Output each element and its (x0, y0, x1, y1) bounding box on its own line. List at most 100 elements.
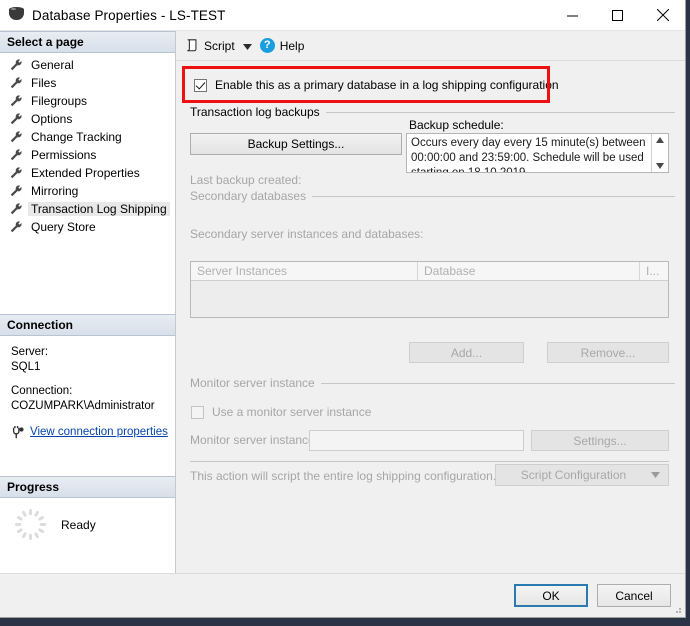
ok-button[interactable]: OK (514, 584, 588, 607)
database-icon (9, 7, 24, 23)
page-list: General Files Filegroups Options Change … (0, 53, 175, 236)
sidebar-item-label: Options (31, 112, 73, 126)
connection-label: Connection: (11, 385, 73, 397)
wrench-icon (10, 95, 22, 107)
group-divider-line (320, 382, 675, 384)
grid-body[interactable] (191, 281, 668, 317)
sidebar-item-label: General (31, 58, 74, 72)
connection-value: COZUMPARK\Administrator (11, 400, 155, 412)
backup-schedule-textbox[interactable]: Occurs every day every 15 minute(s) betw… (406, 133, 669, 173)
secondary-databases-grid[interactable]: Server Instances Database I... (190, 261, 669, 318)
sidebar-item-filegroups[interactable]: Filegroups (0, 92, 175, 110)
sidebar-item-label: Change Tracking (31, 130, 122, 144)
toolbar: Script ? Help (176, 31, 685, 61)
chevron-down-icon (651, 472, 660, 478)
backup-schedule-label: Backup schedule: (409, 118, 504, 132)
secondary-databases-title: Secondary databases (190, 189, 307, 203)
secondary-databases-group: Secondary databases (190, 189, 675, 203)
use-monitor-server-label: Use a monitor server instance (212, 405, 372, 419)
sidebar-item-label: Filegroups (31, 94, 88, 108)
script-action-text: This action will script the entire log s… (190, 469, 497, 483)
title-bar: Database Properties - LS-TEST (0, 0, 685, 31)
enable-primary-database-row[interactable]: Enable this as a primary database in a l… (194, 78, 559, 92)
wrench-icon (10, 77, 22, 89)
wrench-icon (10, 149, 22, 161)
monitor-server-instance-group: Monitor server instance (190, 376, 675, 390)
script-dropdown-arrow[interactable] (242, 39, 252, 53)
resize-grip-icon[interactable] (672, 605, 682, 615)
sidebar-item-transaction-log-shipping[interactable]: Transaction Log Shipping (0, 200, 175, 218)
wrench-icon (10, 113, 22, 125)
help-button[interactable]: ? Help (259, 35, 305, 57)
transaction-log-backups-title: Transaction log backups (190, 105, 320, 119)
monitor-server-instance-title: Monitor server instance (190, 376, 315, 390)
use-monitor-server-checkbox[interactable] (191, 405, 204, 419)
server-value: SQL1 (11, 361, 41, 373)
connection-properties-icon (12, 425, 24, 438)
help-label: Help (279, 38, 305, 53)
grid-header-row: Server Instances Database I... (191, 262, 668, 281)
sidebar-item-label: Mirroring (31, 184, 79, 198)
script-button[interactable]: Script (185, 35, 240, 57)
progress-info: Ready (0, 498, 175, 541)
view-connection-properties-link[interactable]: View connection properties (30, 425, 168, 440)
backup-settings-button[interactable]: Backup Settings... (190, 133, 402, 155)
select-page-header: Select a page (0, 31, 175, 53)
backup-schedule-scrollbar[interactable] (651, 134, 668, 172)
window-controls (550, 0, 685, 31)
wrench-icon (10, 131, 22, 143)
progress-status: Ready (61, 517, 96, 532)
monitor-settings-button[interactable]: Settings... (531, 430, 669, 451)
sidebar-item-files[interactable]: Files (0, 74, 175, 92)
grid-column-initialize[interactable]: I... (640, 262, 668, 280)
grid-column-database[interactable]: Database (418, 262, 640, 280)
server-label: Server: (11, 346, 49, 358)
main-panel: Script ? Help Enable this as a primary d… (176, 31, 685, 573)
enable-primary-database-label: Enable this as a primary database in a l… (215, 78, 559, 92)
scroll-down-arrow-icon[interactable] (656, 163, 664, 169)
sidebar-item-mirroring[interactable]: Mirroring (0, 182, 175, 200)
sidebar-item-label: Transaction Log Shipping (28, 202, 170, 216)
script-label: Script (204, 38, 235, 53)
bottom-divider (190, 461, 669, 462)
grid-column-server-instances[interactable]: Server Instances (191, 262, 418, 280)
monitor-instance-label: Monitor server instance (190, 433, 315, 447)
wrench-icon (10, 59, 22, 71)
script-configuration-button[interactable]: Script Configuration (495, 464, 669, 486)
window-title: Database Properties - LS-TEST (32, 7, 226, 23)
sidebar-item-query-store[interactable]: Query Store (0, 218, 175, 236)
desktop-background: Database Properties - LS-TEST Select a p… (0, 0, 690, 626)
monitor-instance-input[interactable] (309, 430, 524, 451)
secondary-instances-label: Secondary server instances and databases… (190, 227, 424, 241)
transaction-log-backups-group: Transaction log backups (190, 105, 675, 119)
database-properties-dialog: Database Properties - LS-TEST Select a p… (0, 0, 686, 618)
maximize-button[interactable] (595, 0, 640, 31)
last-backup-created-label: Last backup created: (190, 173, 302, 187)
sidebar-item-change-tracking[interactable]: Change Tracking (0, 128, 175, 146)
enable-primary-database-checkbox[interactable] (194, 78, 207, 92)
sidebar-item-general[interactable]: General (0, 56, 175, 74)
minimize-button[interactable] (550, 0, 595, 31)
wrench-icon (10, 167, 22, 179)
sidebar-item-label: Query Store (31, 220, 96, 234)
use-monitor-server-row[interactable]: Use a monitor server instance (191, 405, 371, 419)
sidebar-item-options[interactable]: Options (0, 110, 175, 128)
sidebar-item-permissions[interactable]: Permissions (0, 146, 175, 164)
log-shipping-content: Enable this as a primary database in a l… (176, 61, 685, 573)
dialog-body: Select a page General Files Filegroups O… (0, 31, 685, 573)
group-divider-line (312, 195, 675, 197)
sidebar-item-label: Extended Properties (31, 166, 140, 180)
close-button[interactable] (640, 0, 685, 31)
progress-header: Progress (0, 476, 175, 498)
sidebar-item-extended-properties[interactable]: Extended Properties (0, 164, 175, 182)
wrench-icon (10, 221, 22, 233)
remove-button[interactable]: Remove... (547, 342, 669, 363)
wrench-icon (10, 203, 22, 215)
connection-header: Connection (0, 314, 175, 336)
wrench-icon (10, 185, 22, 197)
dialog-footer: OK Cancel (0, 573, 685, 617)
scroll-up-arrow-icon[interactable] (656, 137, 664, 143)
sidebar-item-label: Files (31, 76, 57, 90)
cancel-button[interactable]: Cancel (597, 584, 671, 607)
add-button[interactable]: Add... (409, 342, 524, 363)
